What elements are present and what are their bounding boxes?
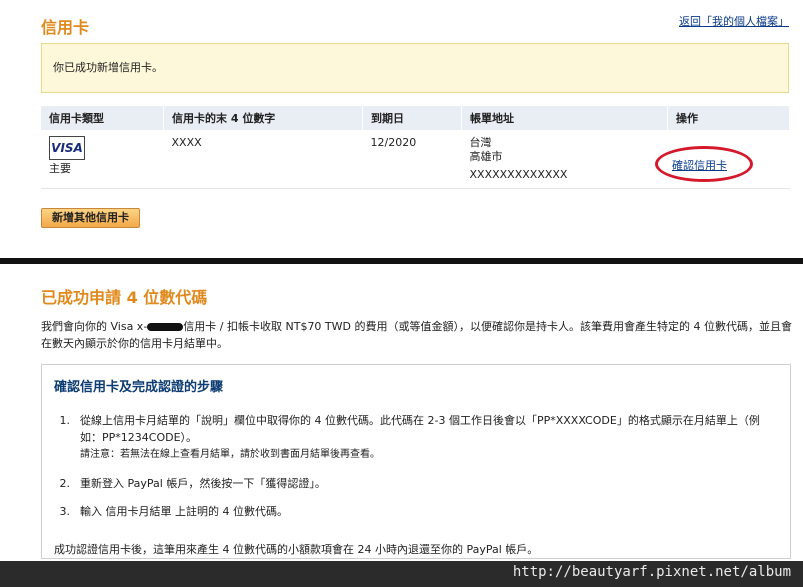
section-description: 我們會向你的 Visa x- 信用卡 / 扣帳卡收取 NT$70 TWD 的費用（… [41, 318, 793, 352]
address-line2: 高雄市 [469, 150, 503, 163]
highlight-circle [655, 146, 753, 182]
add-card-button[interactable]: 新增其他信用卡 [41, 208, 140, 228]
card-role: 主要 [49, 162, 71, 175]
step-item: 1. 從線上信用卡月結單的「說明」欄位中取得你的 4 位數代碼。此代碼在 2-3… [54, 412, 774, 463]
visa-logo-icon: VISA [49, 136, 85, 160]
step-number: 3. [59, 505, 71, 518]
col-card-type: 信用卡類型 [41, 106, 164, 130]
steps-title: 確認信用卡及完成認證的步驟 [54, 380, 224, 395]
address-line3: XXXXXXXXXXXXX [469, 168, 568, 181]
last4-cell: XXXX [163, 130, 363, 189]
step-text: 重新登入 PayPal 帳戶，然後按一下「獲得認證」。 [80, 477, 326, 490]
back-to-profile-link[interactable]: 返回「我的個人檔案」 [679, 13, 789, 29]
description-start: 我們會向你的 Visa x- [41, 320, 148, 333]
steps-footer: 成功認證信用卡後，這筆用來產生 4 位數代碼的小額款項會在 24 小時內退還至你… [54, 543, 539, 556]
card-type-cell: VISA 主要 [41, 130, 164, 189]
step-item: 3. 輸入 信用卡月結單 上註明的 4 位數代碼。 [54, 503, 774, 520]
notice-text: 你已成功新增信用卡。 [53, 61, 163, 74]
step-item: 2. 重新登入 PayPal 帳戶，然後按一下「獲得認證」。 [54, 475, 774, 492]
step-number: 1. [59, 414, 71, 427]
success-notice: 你已成功新增信用卡。 [41, 43, 789, 93]
table-header-row: 信用卡類型 信用卡的末 4 位數字 到期日 帳單地址 操作 [41, 106, 790, 130]
watermark-text: http://beautyarf.pixnet.net/album [512, 564, 791, 580]
redacted-mark [147, 323, 184, 331]
expiry-cell: 12/2020 [362, 130, 462, 189]
col-last4: 信用卡的末 4 位數字 [163, 106, 363, 130]
divider [0, 258, 803, 264]
col-address: 帳單地址 [461, 106, 668, 130]
partial-action-text [675, 139, 678, 145]
step-text: 從線上信用卡月結單的「說明」欄位中取得你的 4 位數代碼。此代碼在 2-3 個工… [80, 414, 760, 444]
address-cell: 台灣 高雄市 XXXXXXXXXXXXX [461, 130, 668, 189]
col-expiry: 到期日 [362, 106, 462, 130]
section-title: 已成功申請 4 位數代碼 [41, 288, 208, 307]
step-note: 請注意：若無法在線上查看月結單，請於收到書面月結單後再查看。 [80, 449, 380, 460]
step-number: 2. [59, 477, 71, 490]
page-title: 信用卡 [41, 18, 90, 37]
steps-box: 確認信用卡及完成認證的步驟 1. 從線上信用卡月結單的「說明」欄位中取得你的 4… [41, 364, 791, 559]
step-text: 輸入 信用卡月結單 上註明的 4 位數代碼。 [80, 505, 288, 518]
credit-card-panel: 信用卡 返回「我的個人檔案」 你已成功新增信用卡。 信用卡類型 信用卡的末 4 … [0, 0, 803, 258]
col-actions: 操作 [667, 106, 790, 130]
address-line1: 台灣 [469, 136, 492, 149]
